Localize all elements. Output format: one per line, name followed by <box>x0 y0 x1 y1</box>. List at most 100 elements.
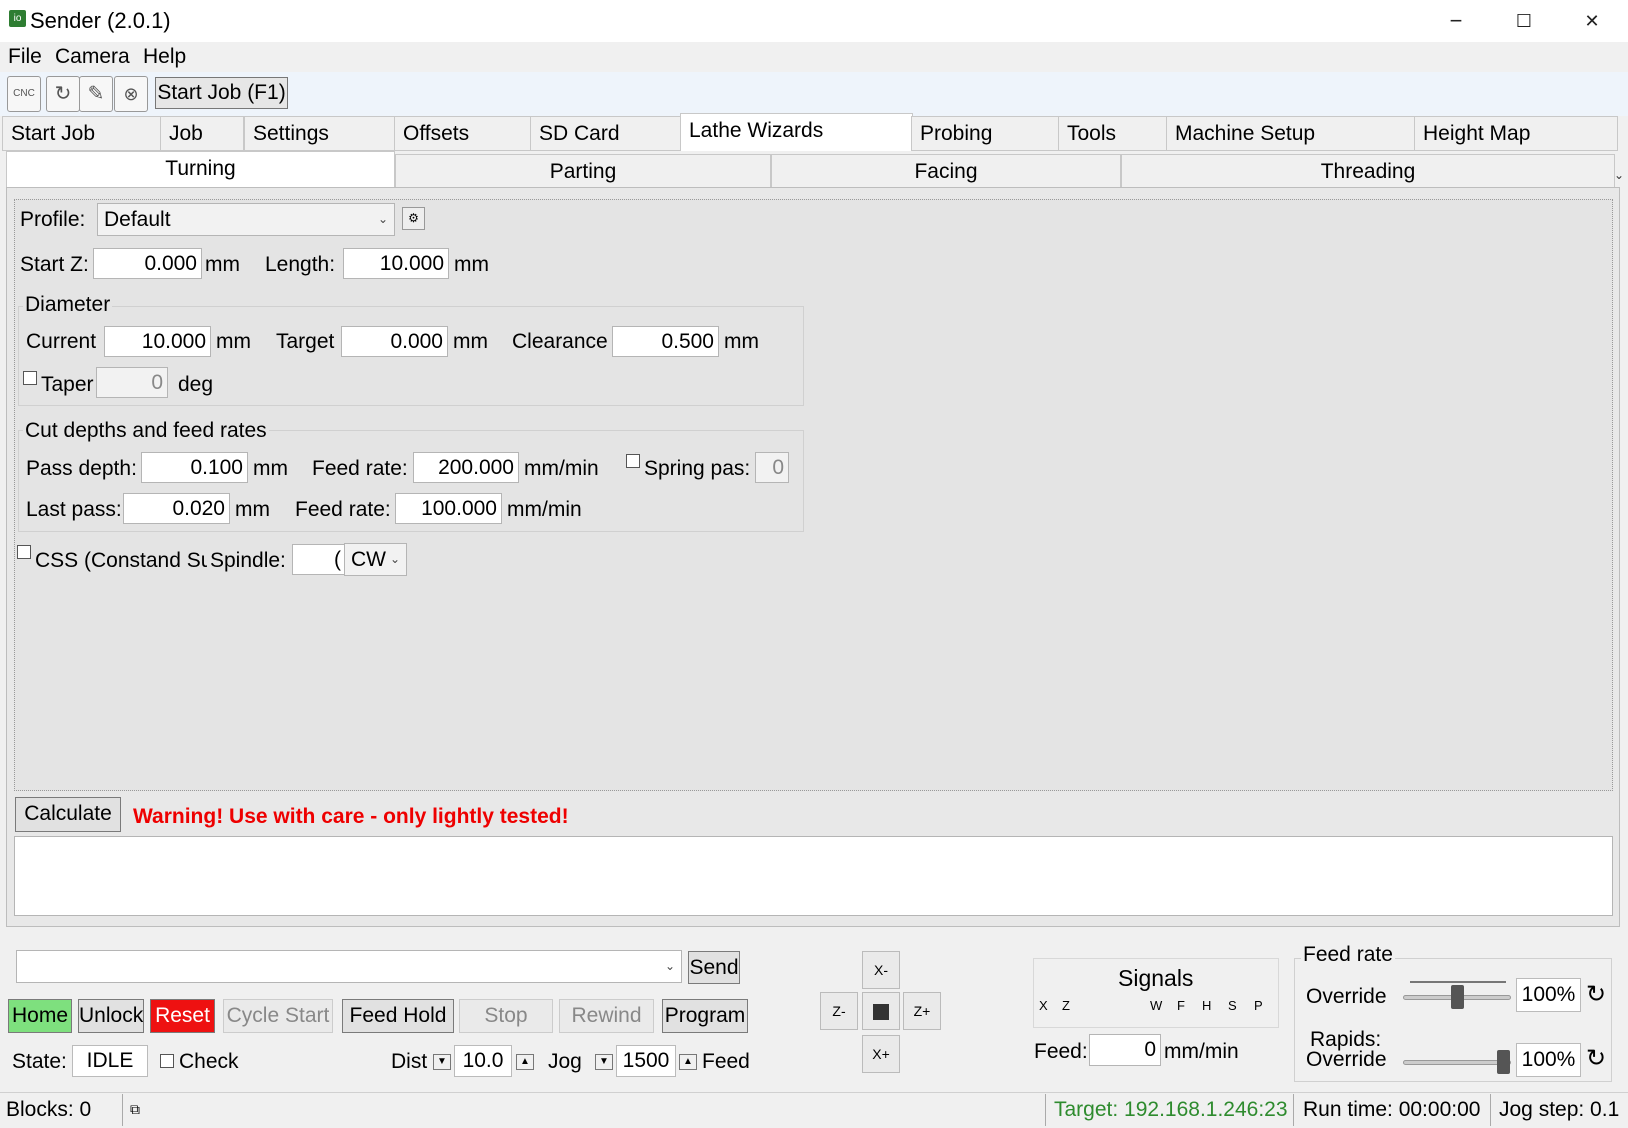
rapids-override-slider[interactable] <box>1403 1050 1511 1074</box>
edit-icon[interactable]: ✎ <box>79 76 113 112</box>
signal-z: Z <box>1062 998 1070 1013</box>
status-target: Target: 192.168.1.246:23 <box>1054 1098 1288 1121</box>
cut-depths-group-title: Cut depths and feed rates <box>23 419 269 443</box>
last-feed-rate-input[interactable]: 100.000 <box>395 493 502 524</box>
open-cnc-icon[interactable]: CNC <box>7 76 41 112</box>
feed-override-slider[interactable] <box>1403 985 1511 1009</box>
current-diameter-input[interactable]: 10.000 <box>104 326 211 357</box>
taper-checkbox[interactable] <box>23 371 37 385</box>
last-pass-unit: mm <box>235 498 270 521</box>
css-checkbox[interactable] <box>17 545 31 559</box>
spindle-direction-select[interactable]: CW ⌄ <box>344 543 407 576</box>
dist-value[interactable]: 10.0 <box>454 1045 512 1077</box>
jog-x-minus-button[interactable]: X- <box>862 951 900 989</box>
reload-icon[interactable]: ↻ <box>46 76 80 112</box>
program-button[interactable]: Program <box>662 999 748 1033</box>
feed-override-slider-thumb[interactable] <box>1451 985 1464 1009</box>
status-separator <box>122 1094 123 1126</box>
profile-settings-gear-icon[interactable]: ⚙ <box>402 207 425 230</box>
stop-button[interactable]: Stop <box>459 999 553 1033</box>
tab-facing[interactable]: Facing <box>771 154 1121 188</box>
check-mode-checkbox[interactable] <box>160 1054 174 1068</box>
state-value: IDLE <box>72 1045 148 1077</box>
status-run-time: Run time: 00:00:00 <box>1303 1098 1481 1121</box>
pass-depth-input[interactable]: 0.100 <box>141 452 248 483</box>
toolbar-overflow-icon[interactable]: ⌄ <box>1614 168 1624 182</box>
signal-s: S <box>1228 998 1237 1013</box>
signal-w: W <box>1150 998 1163 1013</box>
feed-override-tick-bar <box>1410 981 1506 983</box>
length-input[interactable]: 10.000 <box>343 248 449 279</box>
feed-rate-input[interactable]: 200.000 <box>413 452 519 483</box>
tab-sd-card[interactable]: SD Card <box>530 116 682 151</box>
reset-button[interactable]: Reset <box>150 999 215 1033</box>
rewind-button[interactable]: Rewind <box>559 999 654 1033</box>
dist-decrease-icon[interactable]: ▼ <box>433 1054 451 1070</box>
feed-hold-button[interactable]: Feed Hold <box>342 999 454 1033</box>
send-button[interactable]: Send <box>688 951 740 984</box>
dist-increase-icon[interactable]: ▲ <box>516 1054 534 1070</box>
jog-increase-icon[interactable]: ▲ <box>679 1054 697 1070</box>
feed-label: Feed <box>702 1050 750 1073</box>
tab-lathe-wizards[interactable]: Lathe Wizards <box>680 113 913 151</box>
tab-turning[interactable]: Turning <box>6 151 395 188</box>
jog-x-plus-button[interactable]: X+ <box>862 1035 900 1073</box>
close-button[interactable]: ✕ <box>1562 4 1622 38</box>
tab-start-job[interactable]: Start Job <box>2 116 162 151</box>
output-textarea[interactable] <box>14 836 1613 916</box>
title-bar: io Sender (2.0.1) − ☐ ✕ <box>0 0 1628 42</box>
jog-decrease-icon[interactable]: ▼ <box>595 1054 613 1070</box>
mdi-command-input[interactable]: ⌄ <box>16 950 682 983</box>
tab-threading[interactable]: Threading <box>1121 154 1615 188</box>
spindle-label: Spindle: <box>210 549 286 572</box>
target-diameter-input[interactable]: 0.000 <box>341 326 448 357</box>
cycle-start-button[interactable]: Cycle Start <box>223 999 333 1033</box>
taper-input[interactable]: 0 <box>96 367 168 398</box>
menu-camera[interactable]: Camera <box>55 45 130 69</box>
start-job-button[interactable]: Start Job (F1) <box>155 77 288 109</box>
taper-label: Taper <box>41 373 94 396</box>
feed-override-reset-icon[interactable]: ↻ <box>1586 980 1606 1009</box>
tab-probing[interactable]: Probing <box>911 116 1061 151</box>
calculate-button[interactable]: Calculate <box>15 797 121 832</box>
dist-label: Dist <box>391 1050 428 1073</box>
menu-help[interactable]: Help <box>143 45 186 69</box>
tab-tools[interactable]: Tools <box>1058 116 1168 151</box>
signal-p: P <box>1254 998 1263 1013</box>
rapids-override-slider-thumb[interactable] <box>1497 1050 1510 1074</box>
length-label: Length: <box>265 253 336 276</box>
home-button[interactable]: Home <box>8 999 72 1033</box>
tab-offsets[interactable]: Offsets <box>394 116 532 151</box>
start-z-input[interactable]: 0.000 <box>93 248 202 279</box>
feed-rate-unit: mm/min <box>524 457 599 480</box>
maximize-button[interactable]: ☐ <box>1494 4 1554 38</box>
jog-z-plus-button[interactable]: Z+ <box>903 992 941 1030</box>
menu-file[interactable]: File <box>8 45 42 69</box>
tab-job[interactable]: Job <box>160 116 244 151</box>
tab-machine-setup[interactable]: Machine Setup <box>1166 116 1416 151</box>
profile-select[interactable]: Default ⌄ <box>97 203 395 236</box>
tab-height-map[interactable]: Height Map <box>1414 116 1618 151</box>
jog-value[interactable]: 1500 <box>616 1045 676 1077</box>
close-file-icon[interactable]: ⊗ <box>114 76 148 112</box>
target-diameter-label: Target <box>276 330 335 353</box>
feed-override-label: Override <box>1306 985 1387 1008</box>
clearance-input[interactable]: 0.500 <box>612 326 719 357</box>
copy-icon[interactable]: ⧉ <box>130 1101 140 1118</box>
spring-pass-input[interactable]: 0 <box>755 452 789 483</box>
spring-pass-label: Spring pas: <box>644 457 751 480</box>
diameter-group-title: Diameter <box>23 293 113 317</box>
spindle-speed-input[interactable]: ( <box>292 544 346 575</box>
signal-h: H <box>1202 998 1212 1013</box>
rapids-override-reset-icon[interactable]: ↻ <box>1586 1044 1606 1073</box>
jog-stop-button[interactable] <box>862 992 900 1030</box>
last-pass-input[interactable]: 0.020 <box>123 493 230 524</box>
tab-settings[interactable]: Settings <box>244 116 396 151</box>
unlock-button[interactable]: Unlock <box>78 999 144 1033</box>
minimize-button[interactable]: − <box>1426 4 1486 38</box>
jog-z-minus-button[interactable]: Z- <box>820 992 858 1030</box>
rapids-override-value: 100% <box>1516 1043 1581 1077</box>
signals-title: Signals <box>1118 965 1194 991</box>
spring-pass-checkbox[interactable] <box>626 454 640 468</box>
tab-parting[interactable]: Parting <box>395 154 771 188</box>
